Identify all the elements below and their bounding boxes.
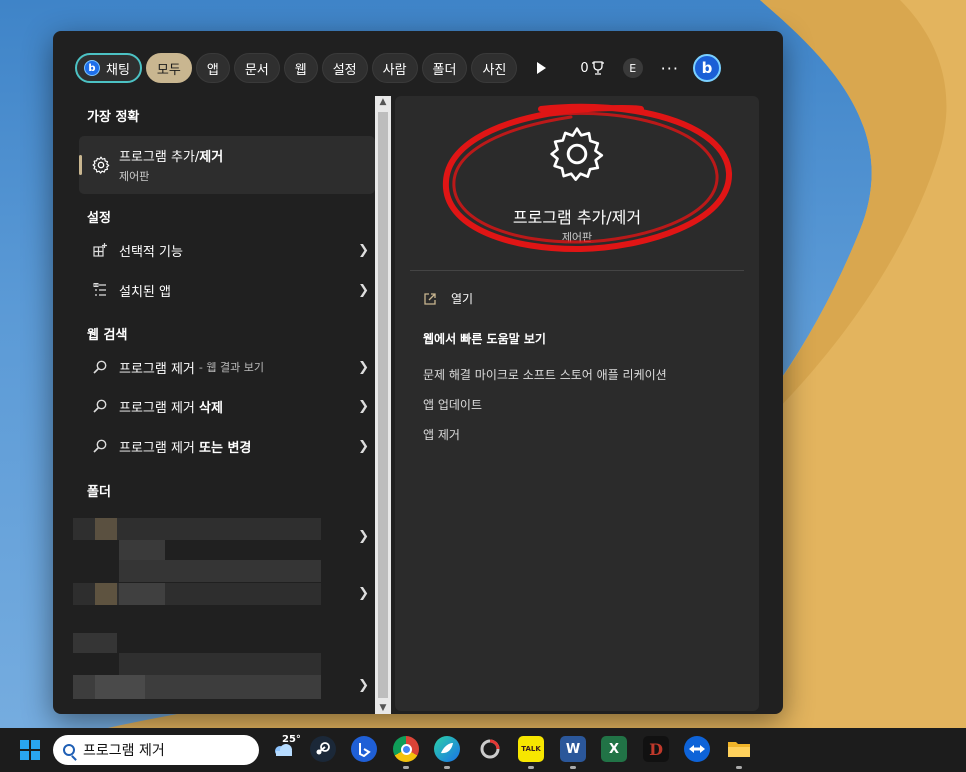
results-scrollbar[interactable]: ▲ ▼ [375, 96, 391, 714]
web-result-item[interactable]: 프로그램 제거 삭제 ❯ [79, 387, 375, 425]
tab-documents[interactable]: 문서 [233, 53, 280, 83]
optional-features-icon [93, 243, 107, 257]
chrome-icon[interactable] [393, 736, 419, 762]
tab-chat[interactable]: b 채팅 [75, 53, 142, 83]
chevron-right-icon: ❯ [358, 242, 369, 258]
help-link[interactable]: 앱 제거 [423, 426, 460, 443]
weather-temp: 25° [282, 734, 301, 745]
gear-icon [92, 156, 110, 174]
rewards-points[interactable]: 0 [580, 61, 604, 76]
search-icon [93, 439, 107, 453]
tab-apps[interactable]: 앱 [195, 53, 230, 83]
web-result-label: 프로그램 제거 [119, 361, 195, 377]
running-indicator [570, 766, 576, 769]
search-icon [93, 399, 107, 413]
trophy-icon [591, 61, 604, 75]
folders-heading: 폴더 [87, 485, 111, 500]
chevron-right-icon: ❯ [358, 359, 369, 375]
web-result-bold: 또는 변경 [199, 440, 252, 456]
chevron-right-icon: ❯ [358, 586, 369, 601]
tab-folders[interactable]: 폴더 [421, 53, 468, 83]
chevron-right-icon: ❯ [358, 678, 369, 693]
installed-apps-icon [93, 283, 106, 296]
settings-heading: 설정 [87, 211, 111, 226]
steam-icon[interactable] [310, 736, 336, 762]
chevron-right-icon: ❯ [358, 529, 369, 544]
folder-item-blurred[interactable]: ❯ [71, 631, 375, 711]
web-search-heading: 웹 검색 [87, 328, 128, 343]
best-match-title-plain: 프로그램 추가/ [119, 150, 200, 165]
divider [410, 270, 744, 271]
best-match-heading: 가장 정확 [87, 110, 140, 125]
web-result-label: 프로그램 제거 [119, 440, 200, 456]
open-external-icon [424, 292, 436, 305]
bing-app-icon[interactable] [351, 736, 377, 762]
results-list: 가장 정확 프로그램 추가/제거 제어판 설정 선택적 기능 ❯ 설치된 앱 ❯… [71, 96, 377, 711]
scroll-up-arrow-icon[interactable]: ▲ [375, 97, 391, 107]
account-avatar[interactable]: E [622, 58, 643, 78]
running-indicator [736, 766, 742, 769]
bing-chat-icon: b [84, 60, 100, 76]
tab-all[interactable]: 모두 [145, 53, 192, 83]
tab-label: 채팅 [106, 62, 130, 78]
chevron-right-icon: ❯ [358, 398, 369, 414]
best-match-title: 프로그램 추가/제거 [119, 146, 223, 165]
running-indicator [528, 766, 534, 769]
settings-item-label: 선택적 기능 [119, 244, 183, 260]
help-link[interactable]: 문제 해결 마이크로 소프트 스토어 애플 리케이션 [423, 366, 667, 383]
tab-photos[interactable]: 사진 [471, 53, 518, 83]
web-help-heading: 웹에서 빠른 도움말 보기 [423, 332, 546, 346]
excel-icon[interactable]: X [601, 736, 627, 762]
open-action[interactable]: 열기 [423, 290, 473, 307]
taskbar-search[interactable] [53, 735, 259, 765]
web-result-item[interactable]: 프로그램 제거 또는 변경 ❯ [79, 427, 375, 465]
settings-item-installed-apps[interactable]: 설치된 앱 ❯ [79, 271, 375, 309]
bing-icon[interactable]: b [692, 54, 721, 82]
taskbar: 25° TALK W X D [0, 728, 966, 772]
web-result-sub: - 웹 결과 보기 [198, 361, 264, 374]
scroll-down-arrow-icon[interactable]: ▼ [375, 703, 391, 713]
search-input[interactable] [83, 742, 243, 758]
windows-start-icon[interactable] [20, 740, 40, 760]
app-icon[interactable] [434, 736, 460, 762]
open-label: 열기 [451, 292, 474, 306]
kakaotalk-icon[interactable]: TALK [518, 736, 544, 762]
tab-settings[interactable]: 설정 [321, 53, 368, 83]
tab-people[interactable]: 사람 [371, 53, 418, 83]
settings-item-label: 설치된 앱 [119, 284, 171, 300]
diablo-icon[interactable]: D [643, 736, 669, 762]
points-value: 0 [580, 60, 589, 76]
scrollbar-thumb[interactable] [378, 112, 388, 698]
best-match-title-bold: 제거 [199, 150, 224, 165]
selection-indicator [79, 155, 82, 175]
chevron-right-icon: ❯ [358, 438, 369, 454]
best-match-item[interactable]: 프로그램 추가/제거 제어판 [79, 136, 375, 194]
teamviewer-icon[interactable] [684, 736, 710, 762]
search-icon [63, 744, 75, 756]
best-match-subtitle: 제어판 [119, 170, 150, 183]
tab-web[interactable]: 웹 [283, 53, 318, 83]
help-link[interactable]: 앱 업데이트 [423, 396, 482, 413]
chevron-right-icon: ❯ [358, 282, 369, 298]
running-indicator [403, 766, 409, 769]
web-result-label: 프로그램 제거 [119, 400, 200, 416]
photo-app-icon[interactable] [477, 736, 503, 762]
red-highlight-annotation [442, 103, 733, 253]
search-icon [93, 360, 107, 374]
file-explorer-icon[interactable] [726, 736, 752, 762]
settings-item-optional-features[interactable]: 선택적 기능 ❯ [79, 231, 375, 269]
running-indicator [444, 766, 450, 769]
more-tabs-arrow-icon[interactable] [537, 62, 547, 74]
web-result-item[interactable]: 프로그램 제거 - 웹 결과 보기 ❯ [79, 348, 375, 386]
more-options-icon[interactable]: ··· [661, 59, 679, 78]
filter-tabs: b 채팅 모두 앱 문서 웹 설정 사람 폴더 사진 0 E ··· b [75, 52, 721, 84]
web-result-bold: 삭제 [199, 400, 223, 416]
word-icon[interactable]: W [560, 736, 586, 762]
